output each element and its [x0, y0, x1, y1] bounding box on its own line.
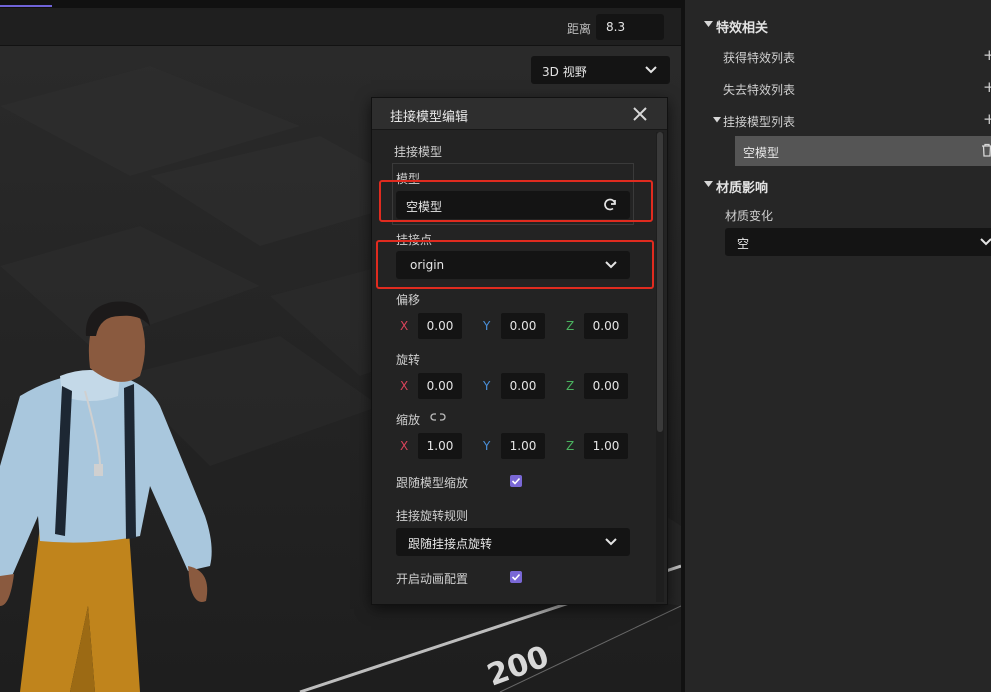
- rotate-rule-value: 跟随挂接点旋转: [408, 537, 493, 551]
- link-icon[interactable]: [430, 412, 446, 422]
- rotate-rule-label: 挂接旋转规则: [396, 509, 469, 523]
- add-gain-effect-icon[interactable]: +: [983, 46, 991, 64]
- caret-down-icon[interactable]: [713, 116, 721, 124]
- offset-x-axis-label: X: [400, 319, 409, 333]
- dialog-scrollbar-thumb[interactable]: [657, 132, 663, 432]
- scale-x-axis-label: X: [400, 439, 409, 453]
- offset-y-input[interactable]: 0.00: [501, 313, 545, 339]
- material-change-value: 空: [737, 237, 750, 251]
- chevron-down-icon: [605, 538, 617, 546]
- enable-anim-checkbox[interactable]: [510, 571, 522, 583]
- offset-label: 偏移: [396, 293, 421, 307]
- caret-down-icon[interactable]: [704, 20, 713, 29]
- caret-down-icon[interactable]: [704, 180, 713, 189]
- trash-icon[interactable]: [981, 143, 991, 157]
- rotation-x-axis-label: X: [400, 379, 409, 393]
- offset-z-input[interactable]: 0.00: [584, 313, 628, 339]
- dialog-title: 挂接模型编辑: [390, 110, 469, 125]
- rotation-x-input[interactable]: 0.00: [418, 373, 462, 399]
- add-lose-effect-icon[interactable]: +: [983, 78, 991, 96]
- checkmark-icon: [511, 573, 521, 581]
- view-mode-value: 3D 视野: [542, 65, 587, 79]
- active-tab-indicator: [0, 5, 52, 7]
- attach-point-highlight-box: [376, 240, 654, 289]
- checkmark-icon: [511, 477, 521, 485]
- close-icon[interactable]: [630, 104, 650, 124]
- attach-model-dialog: 挂接模型编辑 挂接模型 模型 空模型 挂接点 origin 偏移 X 0.00 …: [371, 97, 668, 605]
- offset-y-axis-label: Y: [483, 319, 491, 333]
- scale-z-input[interactable]: 1.00: [584, 433, 628, 459]
- rotation-z-axis-label: Z: [566, 379, 575, 393]
- rotate-rule-select[interactable]: 跟随挂接点旋转: [396, 528, 630, 556]
- material-change-label: 材质变化: [725, 209, 774, 223]
- scale-label: 缩放: [396, 413, 421, 427]
- chevron-down-icon: [980, 238, 991, 246]
- rotation-y-axis-label: Y: [483, 379, 491, 393]
- scale-x-input[interactable]: 1.00: [418, 433, 462, 459]
- rotation-label: 旋转: [396, 353, 421, 367]
- lose-effects-list-label: 失去特效列表: [723, 83, 796, 97]
- attach-model-item-label: 空模型: [743, 146, 780, 160]
- offset-z-axis-label: Z: [566, 319, 575, 333]
- chevron-down-icon: [645, 66, 657, 74]
- attach-model-list-label[interactable]: 挂接模型列表: [723, 113, 795, 130]
- material-section-header[interactable]: 材质影响: [716, 177, 768, 196]
- follow-scale-label: 跟随模型缩放: [396, 476, 469, 490]
- material-change-select[interactable]: 空: [725, 228, 991, 256]
- top-tab-strip: [0, 0, 681, 8]
- effects-section-header[interactable]: 特效相关: [716, 17, 768, 36]
- add-attach-model-icon[interactable]: +: [983, 110, 991, 128]
- rotation-z-input[interactable]: 0.00: [584, 373, 628, 399]
- scale-y-axis-label: Y: [483, 439, 491, 453]
- gain-effects-list-label: 获得特效列表: [723, 51, 796, 65]
- offset-x-input[interactable]: 0.00: [418, 313, 462, 339]
- attach-model-list-item[interactable]: 空模型: [735, 136, 991, 166]
- follow-scale-checkbox[interactable]: [510, 475, 522, 487]
- model-highlight-box: [379, 180, 653, 222]
- scale-y-input[interactable]: 1.00: [501, 433, 545, 459]
- properties-panel: 特效相关 获得特效列表 + 失去特效列表 + 挂接模型列表 + 空模型 材质影响…: [681, 0, 991, 692]
- distance-input[interactable]: 8.3: [596, 14, 664, 40]
- scale-z-axis-label: Z: [566, 439, 575, 453]
- dialog-scrollbar[interactable]: [656, 132, 664, 602]
- scene-viewport[interactable]: 距离 8.3 200 3D 视野 挂接模型编辑 挂接模型 模型 空模型 挂接点 …: [0, 0, 681, 692]
- rotation-y-input[interactable]: 0.00: [501, 373, 545, 399]
- attach-model-section-label: 挂接模型: [394, 145, 443, 159]
- viewport-toolbar: 距离 8.3: [0, 8, 681, 46]
- view-mode-select[interactable]: 3D 视野: [531, 56, 670, 84]
- dialog-header[interactable]: 挂接模型编辑: [372, 98, 667, 130]
- enable-anim-label: 开启动画配置: [396, 572, 469, 586]
- distance-label: 距离: [567, 22, 592, 36]
